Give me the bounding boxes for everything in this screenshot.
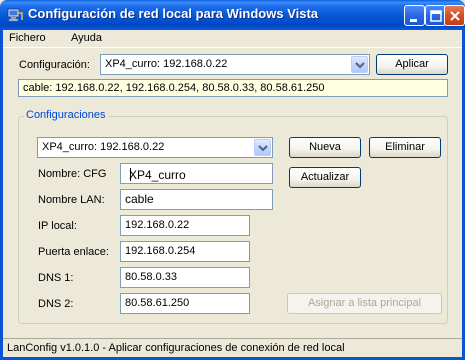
config-select-value: XP4_curro: 192.168.0.22 xyxy=(105,58,228,70)
local-ip-label: IP local: xyxy=(38,220,77,232)
gateway-input[interactable]: 192.168.0.254 xyxy=(120,241,250,262)
menu-bar: Fichero Ayuda xyxy=(3,30,462,48)
assign-to-main-list-button[interactable]: Asignar a lista principal xyxy=(287,293,442,314)
maximize-button[interactable] xyxy=(425,5,446,26)
lan-name-input[interactable]: cable xyxy=(120,189,273,210)
apply-button[interactable]: Aplicar xyxy=(376,54,448,75)
cfg-name-input[interactable]: XP4_curro xyxy=(120,163,273,184)
saved-config-select[interactable]: XP4_curro: 192.168.0.22 xyxy=(37,137,273,158)
status-text: LanConfig v1.0.1.0 - Aplicar configuraci… xyxy=(7,342,345,354)
lan-name-value: cable xyxy=(125,192,154,206)
menu-ayuda[interactable]: Ayuda xyxy=(71,32,102,44)
config-label: Configuración: xyxy=(19,59,90,71)
title-bar[interactable]: Configuración de red local para Windows … xyxy=(0,0,465,30)
chevron-down-icon xyxy=(258,145,268,152)
dns1-input[interactable]: 80.58.0.33 xyxy=(120,267,250,288)
window-title: Configuración de red local para Windows … xyxy=(28,6,319,21)
close-button[interactable] xyxy=(444,5,465,26)
status-bar: LanConfig v1.0.1.0 - Aplicar configuraci… xyxy=(3,338,462,357)
new-config-button[interactable]: Nueva xyxy=(289,137,361,158)
network-computer-icon xyxy=(7,7,23,23)
cfg-name-label: Nombre: CFG xyxy=(38,168,107,180)
minimize-button[interactable] xyxy=(404,5,425,26)
saved-config-select-value: XP4_curro: 192.168.0.22 xyxy=(42,141,165,153)
dns2-label: DNS 2: xyxy=(38,298,74,310)
current-config-info: cable: 192.168.0.22, 192.168.0.254, 80.5… xyxy=(18,79,448,97)
current-config-text: cable: 192.168.0.22, 192.168.0.254, 80.5… xyxy=(23,82,325,94)
chevron-down-icon xyxy=(355,62,365,69)
delete-config-button[interactable]: Eliminar xyxy=(369,137,441,158)
local-ip-input[interactable]: 192.168.0.22 xyxy=(120,215,250,236)
dns1-value: 80.58.0.33 xyxy=(125,271,177,283)
lan-name-label: Nombre LAN: xyxy=(38,194,105,206)
menu-fichero[interactable]: Fichero xyxy=(9,32,46,44)
configurations-group-title: Configuraciones xyxy=(24,109,108,121)
update-config-button[interactable]: Actualizar xyxy=(289,167,361,188)
minimize-icon xyxy=(410,19,417,22)
dns2-input[interactable]: 80.58.61.250 xyxy=(120,293,250,314)
dns2-value: 80.58.61.250 xyxy=(125,297,190,309)
cfg-name-value: XP4_curro xyxy=(129,168,186,182)
config-select[interactable]: XP4_curro: 192.168.0.22 xyxy=(100,54,370,75)
dns1-label: DNS 1: xyxy=(38,272,74,284)
local-ip-value: 192.168.0.22 xyxy=(125,219,190,231)
text-caret xyxy=(130,168,131,181)
gateway-value: 192.168.0.254 xyxy=(125,245,196,257)
gateway-label: Puerta enlace: xyxy=(38,246,109,258)
close-icon xyxy=(450,11,460,21)
saved-config-dropdown-button[interactable] xyxy=(254,139,271,156)
window-frame-left xyxy=(0,30,3,360)
config-select-dropdown-button[interactable] xyxy=(351,56,368,73)
